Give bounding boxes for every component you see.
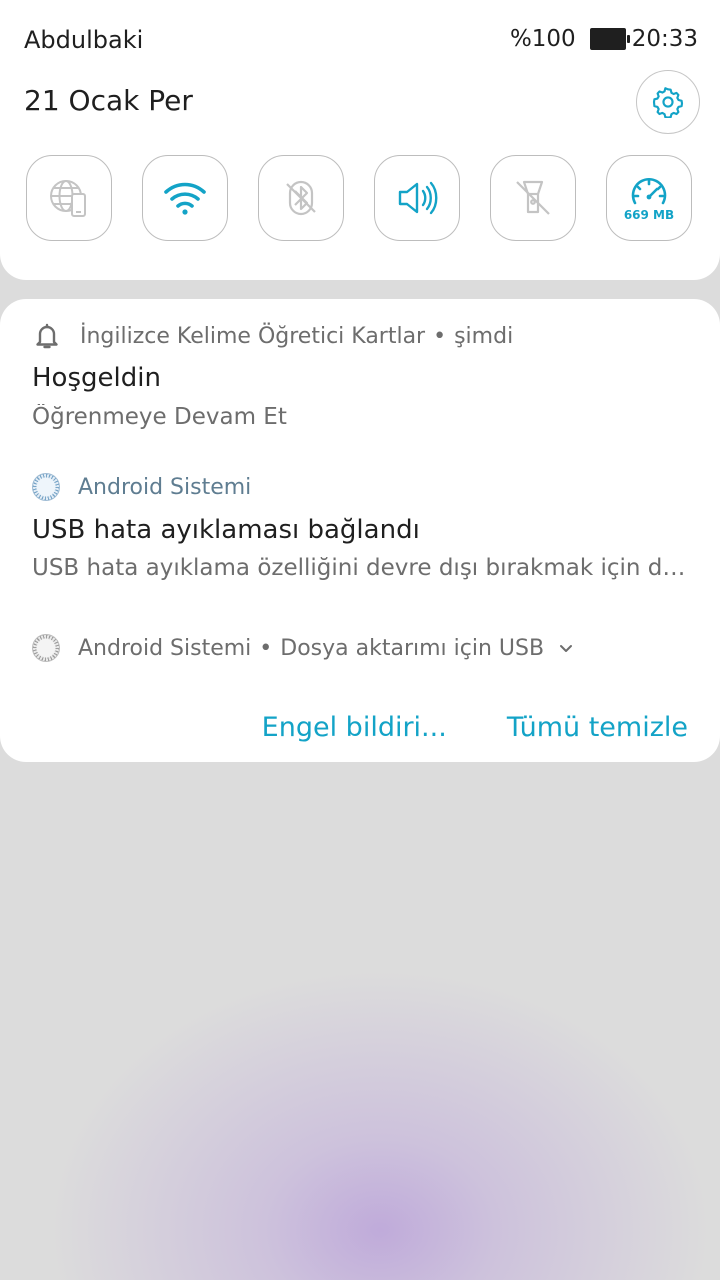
android-system-icon bbox=[32, 473, 60, 501]
battery-icon bbox=[589, 28, 630, 50]
notification-app-name: Android Sistemi bbox=[78, 635, 252, 661]
tile-data-usage[interactable]: 669 MB bbox=[606, 155, 692, 241]
notification-actions: Engel bildiri... Tümü temizle bbox=[262, 712, 688, 743]
gear-icon bbox=[652, 87, 684, 118]
notification-time: şimdi bbox=[454, 323, 514, 349]
chevron-down-icon[interactable] bbox=[558, 642, 574, 654]
tile-flashlight[interactable] bbox=[490, 155, 576, 241]
tile-bluetooth[interactable] bbox=[258, 155, 344, 241]
notification-title: Hoşgeldin bbox=[32, 363, 161, 393]
battery-percent: %100 bbox=[509, 26, 576, 52]
data-usage-label: 669 MB bbox=[623, 207, 675, 222]
android-system-icon bbox=[32, 634, 60, 662]
bell-icon bbox=[36, 323, 58, 349]
speaker-icon bbox=[398, 181, 438, 215]
wifi-icon bbox=[164, 182, 206, 215]
status-user-name: Abdulbaki bbox=[24, 26, 144, 54]
clear-all-button[interactable]: Tümü temizle bbox=[507, 712, 688, 743]
bluetooth-off-icon bbox=[286, 180, 316, 216]
settings-button[interactable] bbox=[636, 70, 700, 134]
notification-app-name: Android Sistemi bbox=[78, 474, 252, 500]
notification-header: İngilizce Kelime Öğretici Kartlar • şimd… bbox=[32, 321, 513, 351]
tile-sound[interactable] bbox=[374, 155, 460, 241]
status-time: 20:33 bbox=[631, 26, 698, 52]
notification-header: Android Sistemi • Dosya aktarımı için US… bbox=[32, 634, 574, 662]
date-label: 21 Ocak Per bbox=[24, 84, 193, 117]
tile-wifi[interactable] bbox=[142, 155, 228, 241]
notification-header: Android Sistemi bbox=[32, 473, 251, 501]
globe-phone-icon bbox=[50, 180, 86, 217]
speedometer-icon bbox=[631, 177, 667, 204]
notification-text: USB hata ayıklama özelliğini devre dışı … bbox=[32, 555, 692, 581]
notification-app-name: İngilizce Kelime Öğretici Kartlar bbox=[80, 323, 426, 349]
quick-tiles: 669 MB bbox=[26, 155, 696, 241]
notification-title: USB hata ayıklaması bağlandı bbox=[32, 515, 420, 545]
tile-mobile-data[interactable] bbox=[26, 155, 112, 241]
header-separator: • bbox=[433, 323, 447, 349]
notification-text: Öğrenmeye Devam Et bbox=[32, 404, 287, 430]
status-indicators: %100 20:33 bbox=[510, 26, 698, 52]
notification-summary: Dosya aktarımı için USB bbox=[280, 635, 545, 661]
quick-settings-panel: Abdulbaki %100 20:33 21 Ocak Per 669 MB bbox=[0, 0, 720, 280]
notification-panel: İngilizce Kelime Öğretici Kartlar • şimd… bbox=[0, 299, 720, 762]
header-separator: • bbox=[259, 635, 273, 661]
block-notifications-button[interactable]: Engel bildiri... bbox=[262, 712, 447, 743]
flashlight-off-icon bbox=[516, 180, 550, 215]
